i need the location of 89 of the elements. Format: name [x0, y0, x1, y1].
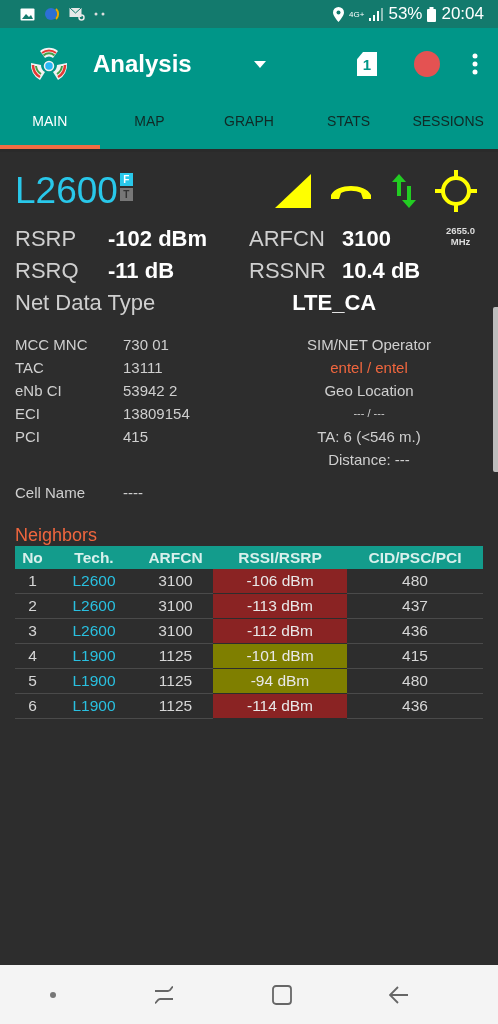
metric-value: -11 dB	[108, 257, 176, 285]
signal-cell: -113 dBm	[213, 593, 347, 619]
info-label: TAC	[15, 359, 45, 376]
dot-icon[interactable]	[48, 990, 57, 999]
column-header: No	[15, 546, 50, 569]
info-label: eNb CI	[15, 382, 63, 399]
browser-icon	[44, 7, 60, 21]
battery-icon	[427, 6, 437, 22]
section-title: Neighbors	[15, 524, 99, 546]
column-header: ARFCN	[138, 546, 213, 569]
table-cell: L1900	[50, 643, 138, 669]
metric-value: LTE_CA	[292, 289, 377, 317]
info-label: Cell Name	[15, 484, 87, 501]
tab[interactable]: GRAPH	[199, 100, 299, 149]
table-cell: 3	[15, 618, 50, 644]
network-type: 4G+	[349, 9, 365, 19]
info-value: 730 01	[123, 336, 169, 353]
tab[interactable]: MAP	[99, 100, 200, 149]
metric-value: 10.4 dB	[342, 257, 422, 285]
coordinates: --- / ---	[353, 406, 385, 421]
sim-card-button[interactable]: 1	[357, 52, 377, 76]
metric-value: -102 dBm	[108, 225, 209, 253]
info-text: Distance: ---	[328, 450, 410, 470]
tab[interactable]: SESSIONS	[398, 100, 498, 149]
metric-label: RSSNR	[249, 257, 327, 285]
info-text: SIM/NET Operator	[307, 335, 431, 355]
frequency-value: 2655.0	[445, 225, 476, 236]
info-label: PCI	[15, 428, 41, 445]
clock: 20:04	[441, 4, 484, 24]
table-cell: 480	[347, 569, 483, 594]
table-cell: L2600	[50, 569, 138, 594]
dropdown-caret-icon[interactable]	[253, 60, 266, 68]
band-flag: F	[119, 173, 133, 186]
info-text: TA: 6 (<546 m.)	[317, 427, 421, 447]
table-cell: L1900	[50, 668, 138, 694]
info-label: ECI	[15, 405, 41, 422]
signal-cell: -114 dBm	[213, 693, 347, 719]
table-cell: 436	[347, 693, 483, 719]
more-options-icon[interactable]	[472, 53, 478, 75]
mail-settings-icon	[69, 7, 85, 21]
operator-name: entel / entel	[330, 358, 408, 378]
signal-cell: -106 dBm	[213, 569, 347, 594]
table-cell: 436	[347, 618, 483, 644]
signal-cell: -101 dBm	[213, 643, 347, 669]
column-header: CID/PSC/PCI	[347, 546, 483, 569]
battery-percent: 53%	[388, 4, 423, 24]
table-cell: 6	[15, 693, 50, 719]
column-header: RSSI/RSRP	[213, 546, 347, 569]
signal-cell: -112 dBm	[213, 618, 347, 644]
metric-label: RSRP	[15, 225, 78, 253]
table-cell: 437	[347, 593, 483, 619]
recent-apps-icon[interactable]	[154, 985, 175, 1004]
signal-cell: -94 dBm	[213, 668, 347, 694]
table-cell: 5	[15, 668, 50, 694]
back-icon[interactable]	[389, 985, 410, 1004]
info-value: 415	[123, 428, 149, 445]
frequency-unit: MHz	[450, 236, 471, 247]
signal-icon	[369, 7, 384, 21]
home-icon[interactable]	[271, 984, 292, 1005]
info-label: MCC MNC	[15, 336, 89, 353]
screen-title: Analysis	[93, 50, 192, 78]
info-value: 13111	[123, 359, 163, 376]
crosshair-icon[interactable]	[435, 170, 477, 212]
table-cell: 1	[15, 569, 50, 594]
gallery-icon	[20, 7, 35, 21]
metric-label: Net Data Type	[15, 289, 156, 317]
info-value: ----	[123, 484, 143, 501]
table-cell: L2600	[50, 618, 138, 644]
table-cell: 480	[347, 668, 483, 694]
table-cell: 415	[347, 643, 483, 669]
table-cell: L2600	[50, 593, 138, 619]
table-cell: 2	[15, 593, 50, 619]
location-icon	[333, 6, 345, 22]
tab[interactable]: STATS	[298, 100, 399, 149]
table-cell: 4	[15, 643, 50, 669]
technology-label: L2600	[15, 170, 118, 212]
metric-label: ARFCN	[249, 225, 326, 253]
column-header: Tech.	[50, 546, 138, 569]
info-value: 13809154	[123, 405, 190, 422]
signal-strength-icon	[275, 174, 311, 208]
table-cell: L1900	[50, 693, 138, 719]
info-text: Geo Location	[324, 381, 414, 401]
metric-value: 3100	[342, 225, 392, 253]
info-value: 53942 2	[123, 382, 178, 399]
band-flag: T	[119, 188, 133, 201]
more-notifications-icon	[94, 12, 106, 16]
app-logo-icon	[28, 47, 70, 81]
data-transfer-icon	[391, 174, 417, 208]
metric-label: RSRQ	[15, 257, 80, 285]
